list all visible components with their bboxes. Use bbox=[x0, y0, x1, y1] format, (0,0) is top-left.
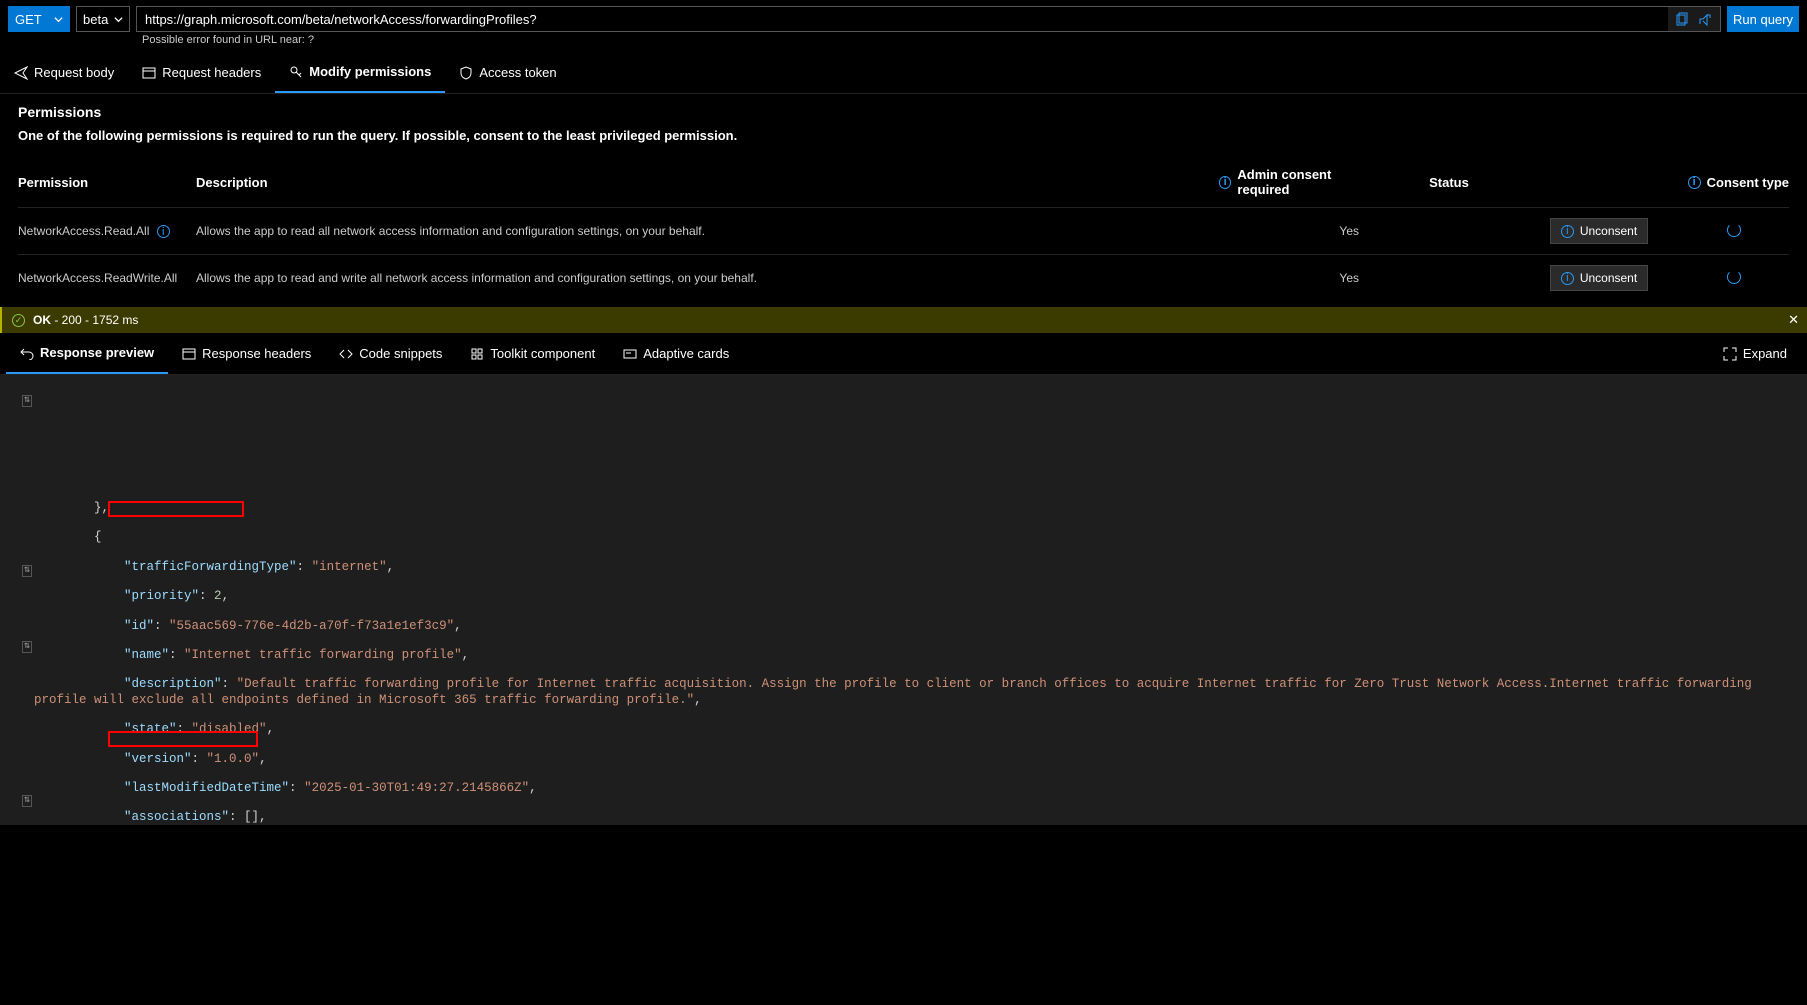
expand-label: Expand bbox=[1743, 346, 1787, 361]
url-field-wrap bbox=[136, 6, 1721, 32]
request-tabs: Request body Request headers Modify perm… bbox=[0, 52, 1807, 94]
tab-label: Modify permissions bbox=[309, 64, 431, 79]
admin-consent-value: Yes bbox=[1219, 224, 1379, 238]
tab-access-token[interactable]: Access token bbox=[445, 52, 570, 93]
json-response-viewer[interactable]: ⇅ ⇅ ⇅ ⇅ }, { "trafficForwardingType": "i… bbox=[0, 375, 1807, 825]
permissions-title: Permissions bbox=[18, 104, 1789, 120]
shield-icon bbox=[459, 66, 473, 80]
info-icon[interactable]: i bbox=[157, 225, 170, 238]
tab-label: Toolkit component bbox=[490, 346, 595, 361]
permission-name: NetworkAccess.ReadWrite.All bbox=[18, 271, 196, 285]
tab-code-snippets[interactable]: Code snippets bbox=[325, 334, 456, 373]
tab-toolkit-component[interactable]: Toolkit component bbox=[456, 334, 609, 373]
code-icon bbox=[339, 347, 353, 361]
info-icon: i bbox=[1561, 272, 1574, 285]
info-icon: i bbox=[1561, 225, 1574, 238]
tab-modify-permissions[interactable]: Modify permissions bbox=[275, 52, 445, 93]
tab-label: Access token bbox=[479, 65, 556, 80]
fold-icon[interactable]: ⇅ bbox=[22, 641, 32, 653]
api-version-value: beta bbox=[83, 12, 108, 27]
key-icon bbox=[289, 65, 303, 79]
run-query-button[interactable]: Run query bbox=[1727, 6, 1799, 32]
loading-spinner-icon bbox=[1727, 223, 1741, 237]
checkmark-icon: ✓ bbox=[12, 314, 25, 327]
close-icon[interactable]: ✕ bbox=[1788, 312, 1799, 328]
col-permission: Permission bbox=[18, 175, 196, 190]
table-row: NetworkAccess.Read.All i Allows the app … bbox=[18, 207, 1789, 254]
response-status-bar: ✓ OK - 200 - 1752 ms ✕ bbox=[0, 307, 1807, 333]
tab-label: Response headers bbox=[202, 346, 311, 361]
chevron-down-icon bbox=[114, 15, 123, 24]
info-icon[interactable]: i bbox=[1688, 176, 1701, 189]
tab-label: Code snippets bbox=[359, 346, 442, 361]
loading-spinner-icon bbox=[1727, 270, 1741, 284]
permissions-panel: Permissions One of the following permiss… bbox=[0, 94, 1807, 301]
api-version-select[interactable]: beta bbox=[76, 6, 130, 32]
card-icon bbox=[623, 347, 637, 361]
headers-icon bbox=[142, 66, 156, 80]
permission-name: NetworkAccess.Read.All i bbox=[18, 224, 196, 239]
tab-request-headers[interactable]: Request headers bbox=[128, 52, 275, 93]
col-consent-type: i Consent type bbox=[1679, 175, 1789, 190]
info-icon[interactable]: i bbox=[1219, 176, 1231, 189]
headers-icon bbox=[182, 347, 196, 361]
url-input[interactable] bbox=[137, 7, 1668, 31]
permission-desc: Allows the app to read and write all net… bbox=[196, 271, 1219, 285]
send-icon bbox=[14, 66, 28, 80]
unconsent-button[interactable]: i Unconsent bbox=[1550, 265, 1648, 291]
tab-label: Response preview bbox=[40, 345, 154, 360]
permission-desc: Allows the app to read all network acces… bbox=[196, 224, 1219, 238]
tab-adaptive-cards[interactable]: Adaptive cards bbox=[609, 334, 743, 373]
chevron-down-icon bbox=[54, 15, 63, 24]
tab-label: Request body bbox=[34, 65, 114, 80]
share-icon[interactable] bbox=[1698, 12, 1712, 26]
admin-consent-value: Yes bbox=[1219, 271, 1379, 285]
fold-icon[interactable]: ⇅ bbox=[22, 795, 32, 807]
permissions-description: One of the following permissions is requ… bbox=[18, 128, 1789, 143]
query-topbar: GET beta Run query bbox=[0, 0, 1807, 32]
permissions-table: Permission Description i Admin consent r… bbox=[18, 157, 1789, 301]
tab-request-body[interactable]: Request body bbox=[0, 52, 128, 93]
url-error-text: Possible error found in URL near: ? bbox=[0, 32, 1807, 52]
expand-icon bbox=[1723, 347, 1737, 361]
component-icon bbox=[470, 347, 484, 361]
permissions-header-row: Permission Description i Admin consent r… bbox=[18, 157, 1789, 207]
tab-label: Request headers bbox=[162, 65, 261, 80]
col-status: Status bbox=[1379, 175, 1519, 190]
unconsent-button[interactable]: i Unconsent bbox=[1550, 218, 1648, 244]
col-admin-consent: i Admin consent required bbox=[1219, 167, 1379, 197]
response-tabs: Response preview Response headers Code s… bbox=[0, 333, 1807, 375]
col-description: Description bbox=[196, 175, 1219, 190]
tab-response-preview[interactable]: Response preview bbox=[6, 333, 168, 374]
table-row: NetworkAccess.ReadWrite.All Allows the a… bbox=[18, 254, 1789, 301]
tab-label: Adaptive cards bbox=[643, 346, 729, 361]
status-text: OK - 200 - 1752 ms bbox=[33, 313, 138, 327]
copy-icon[interactable] bbox=[1676, 12, 1690, 26]
tab-response-headers[interactable]: Response headers bbox=[168, 334, 325, 373]
fold-icon[interactable]: ⇅ bbox=[22, 395, 32, 407]
fold-icon[interactable]: ⇅ bbox=[22, 565, 32, 577]
http-method-value: GET bbox=[15, 12, 42, 27]
expand-button[interactable]: Expand bbox=[1709, 336, 1801, 371]
http-method-select[interactable]: GET bbox=[8, 6, 70, 32]
undo-icon bbox=[20, 346, 34, 360]
